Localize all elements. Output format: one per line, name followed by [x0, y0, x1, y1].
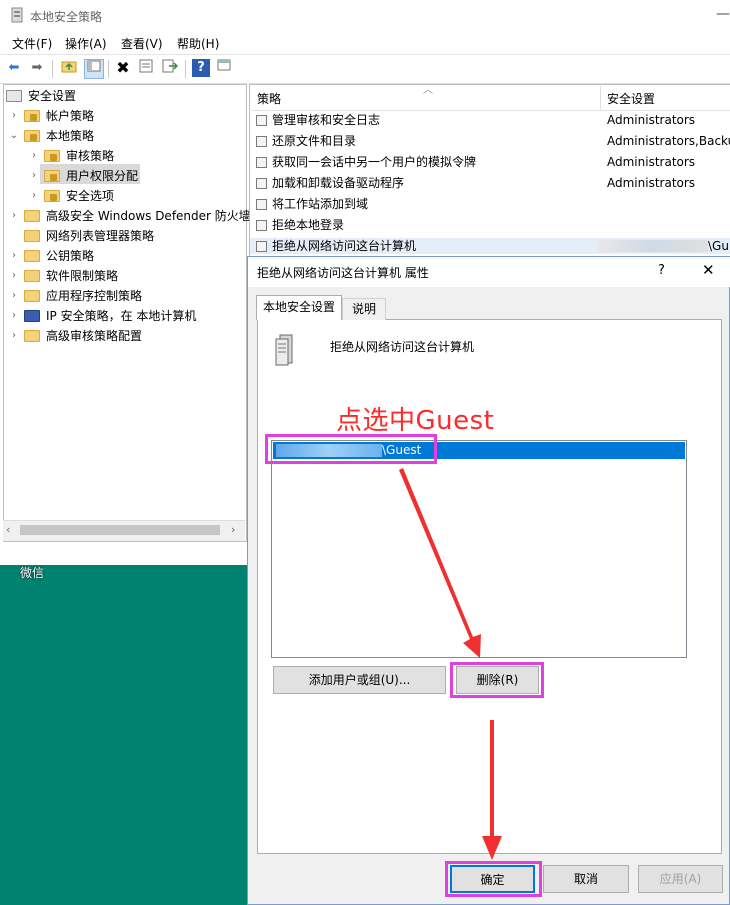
annotation-arrows: [399, 468, 502, 860]
annotation-arrow-to-remove: [399, 468, 481, 658]
annotation-arrow-to-ok: [482, 720, 502, 860]
